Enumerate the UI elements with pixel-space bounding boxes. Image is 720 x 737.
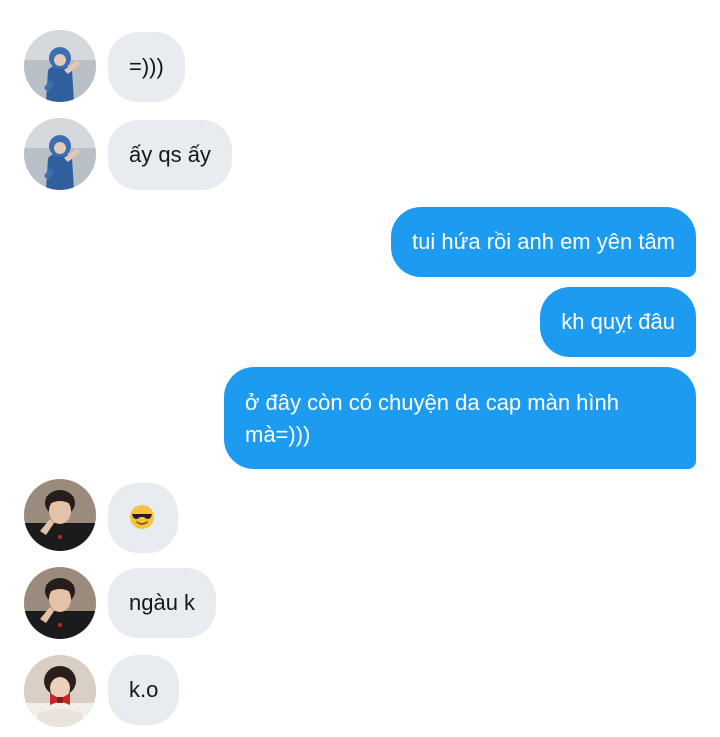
message-bubble[interactable]: =))) xyxy=(108,32,185,102)
message-text: ấy qs ấy xyxy=(129,142,211,167)
avatar[interactable] xyxy=(24,479,96,551)
message-text: kh quỵt đâu xyxy=(561,309,675,334)
message-bubble[interactable]: k.o xyxy=(108,655,180,725)
message-bubble[interactable]: ngàu k xyxy=(108,568,217,638)
avatar-blue-hoodie-icon xyxy=(24,30,96,102)
message-text: ngàu k xyxy=(129,590,196,615)
message-text: tui hứa rồi anh em yên tâm xyxy=(412,229,675,254)
message-bubble-outgoing[interactable]: tui hứa rồi anh em yên tâm xyxy=(391,207,696,277)
smiling-face-with-sunglasses-icon xyxy=(128,503,156,531)
message-text: k.o xyxy=(129,677,159,702)
message-bubble-outgoing[interactable]: kh quỵt đâu xyxy=(540,287,696,357)
avatar[interactable] xyxy=(24,567,96,639)
message-text: ở đây còn có chuyện da cap màn hình mà=)… xyxy=(245,390,619,447)
avatar[interactable] xyxy=(24,118,96,190)
message-bubble-outgoing[interactable]: ở đây còn có chuyện da cap màn hình mà=)… xyxy=(224,367,696,469)
avatar[interactable] xyxy=(24,30,96,102)
avatar-dark-hair-icon xyxy=(24,479,96,551)
avatar-blue-hoodie-icon xyxy=(24,118,96,190)
avatar[interactable] xyxy=(24,655,96,727)
message-text: =))) xyxy=(129,54,164,79)
avatar-dark-hair-icon xyxy=(24,567,96,639)
message-bubble[interactable] xyxy=(108,483,178,553)
avatar-red-bow-icon xyxy=(24,655,96,727)
message-bubble[interactable]: ấy qs ấy xyxy=(108,120,232,190)
